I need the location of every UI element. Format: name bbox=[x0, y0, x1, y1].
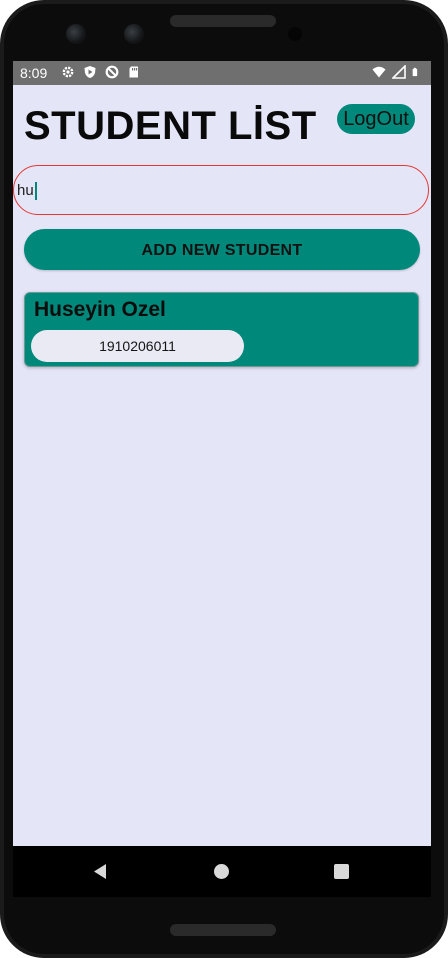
signal-icon bbox=[392, 65, 406, 79]
logout-button[interactable]: LogOut bbox=[337, 104, 415, 134]
student-name: Huseyin Ozel bbox=[34, 298, 166, 321]
add-new-student-button[interactable]: ADD NEW STUDENT bbox=[24, 229, 420, 270]
proximity-sensor bbox=[288, 27, 302, 41]
status-notification-icons bbox=[61, 65, 141, 79]
page-title: STUDENT LİST bbox=[24, 104, 317, 148]
app-screen: 8:09 STUDENT LİST LogOut hu ADD NEW STUD… bbox=[13, 61, 431, 897]
navigation-bar bbox=[13, 846, 431, 897]
sd-card-icon bbox=[129, 66, 138, 78]
student-card[interactable]: Huseyin Ozel 1910206011 bbox=[24, 292, 419, 367]
recents-icon[interactable] bbox=[334, 864, 349, 879]
earpiece-speaker bbox=[170, 15, 276, 27]
text-cursor bbox=[34, 182, 37, 201]
settings-icon bbox=[62, 66, 74, 78]
status-time: 8:09 bbox=[20, 65, 48, 81]
shield-play-icon bbox=[84, 66, 96, 78]
student-number: 1910206011 bbox=[31, 330, 244, 362]
back-icon[interactable] bbox=[92, 863, 108, 880]
bottom-speaker bbox=[170, 924, 276, 936]
wifi-icon bbox=[372, 66, 386, 78]
status-system-icons bbox=[372, 65, 421, 79]
front-sensor-icon bbox=[124, 24, 144, 44]
search-input-value: hu bbox=[17, 182, 34, 200]
status-bar: 8:09 bbox=[13, 61, 431, 85]
phone-frame: 8:09 STUDENT LİST LogOut hu ADD NEW STUD… bbox=[0, 0, 448, 958]
battery-icon bbox=[412, 67, 418, 77]
front-camera-icon bbox=[66, 24, 86, 44]
data-saver-icon bbox=[105, 65, 119, 79]
search-input[interactable]: hu bbox=[13, 165, 429, 215]
home-icon[interactable] bbox=[214, 864, 229, 879]
